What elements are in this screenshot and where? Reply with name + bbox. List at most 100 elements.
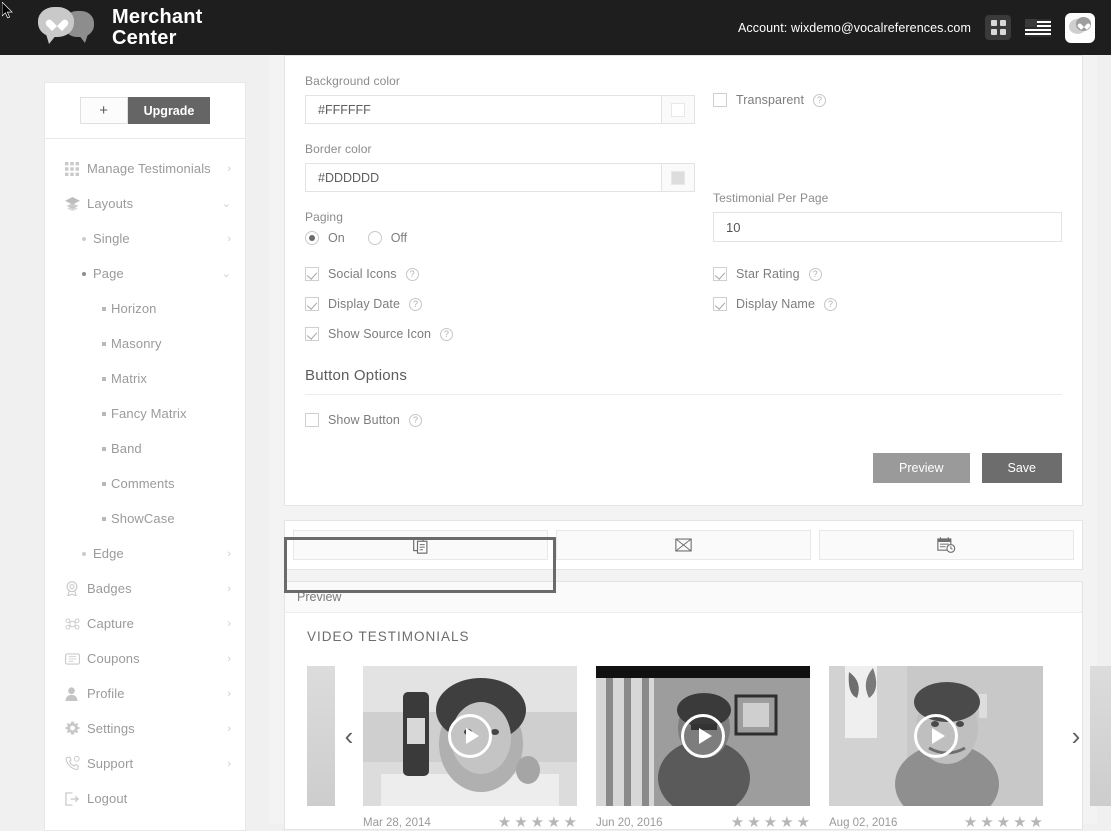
sidebar-item-settings[interactable]: Settings › <box>45 711 245 746</box>
brand-line-2: Center <box>112 26 177 49</box>
upgrade-button[interactable]: Upgrade <box>127 97 211 124</box>
sidebar-item-layouts[interactable]: Layouts ⌄ <box>45 186 245 221</box>
show-source-icon-checkbox[interactable] <box>305 327 319 341</box>
option-display-name: Display Name ? <box>713 297 1062 311</box>
preview-button[interactable]: Preview <box>873 453 970 483</box>
social-icons-label: Social Icons <box>328 267 397 281</box>
transparent-label: Transparent <box>736 93 805 107</box>
sidebar-item-matrix[interactable]: Matrix <box>45 361 245 396</box>
testimonial-per-page-input[interactable] <box>713 212 1062 242</box>
sidebar-item-edge[interactable]: Edge › <box>45 536 245 571</box>
user-icon <box>65 686 87 701</box>
flag-icon[interactable] <box>1025 18 1051 37</box>
chevron-down-icon: ⌄ <box>221 268 231 280</box>
display-name-label: Display Name <box>736 297 816 311</box>
account-label: Account: wixdemo@vocalreferences.com <box>737 20 971 35</box>
video-testimonial-item[interactable]: Mar 28, 2014 ★ ★ ★ ★ ★ <box>363 666 577 831</box>
sidebar-item-horizon[interactable]: Horizon <box>45 291 245 326</box>
app-logo-icon[interactable] <box>1065 12 1095 43</box>
embed-code-tab[interactable] <box>293 530 548 560</box>
sidebar-item-badges[interactable]: Badges › <box>45 571 245 606</box>
help-icon[interactable]: ? <box>405 267 419 281</box>
paging-on-label: On <box>328 231 345 245</box>
video-thumbnail[interactable] <box>363 666 577 806</box>
bullet-icon <box>75 551 93 556</box>
help-icon[interactable]: ? <box>808 267 822 281</box>
email-tab[interactable] <box>556 530 811 560</box>
chevron-right-icon: › <box>227 232 231 245</box>
play-button[interactable] <box>914 714 958 758</box>
share-tabs <box>284 520 1083 570</box>
video-testimonial-item[interactable]: Jun 20, 2016 ★ ★ ★ ★ ★ <box>596 666 810 830</box>
sidebar-item-single[interactable]: Single › <box>45 221 245 256</box>
help-icon[interactable]: ? <box>408 413 422 427</box>
save-button[interactable]: Save <box>981 453 1062 483</box>
paging-off-radio[interactable] <box>367 231 382 245</box>
background-color-field <box>305 95 695 124</box>
display-date-checkbox[interactable] <box>305 297 319 311</box>
show-button-checkbox[interactable] <box>305 413 319 427</box>
background-color-swatch-button[interactable] <box>661 95 695 124</box>
carousel-prev-button[interactable]: ‹ <box>335 666 363 806</box>
show-source-icon-label: Show Source Icon <box>328 327 432 341</box>
sidebar-item-label: Logout <box>87 791 128 806</box>
bullet-icon <box>97 481 111 486</box>
preview-header-label: Preview <box>285 582 1082 613</box>
sidebar-item-profile[interactable]: Profile › <box>45 676 245 711</box>
schedule-tab[interactable] <box>819 530 1074 560</box>
sidebar-item-label: Manage Testimonials <box>87 161 211 176</box>
sidebar-item-page[interactable]: Page ⌄ <box>45 256 245 291</box>
sidebar-item-band[interactable]: Band <box>45 431 245 466</box>
display-name-checkbox[interactable] <box>713 297 727 311</box>
bullet-icon <box>97 306 111 311</box>
brand-logo-block[interactable]: Merchant Center <box>38 6 203 49</box>
help-icon[interactable]: ? <box>824 297 838 311</box>
copy-icon <box>413 537 428 554</box>
help-icon[interactable]: ? <box>440 327 454 341</box>
sidebar-item-coupons[interactable]: Coupons › <box>45 641 245 676</box>
border-color-swatch-button[interactable] <box>661 163 695 192</box>
sidebar-item-label: Single <box>93 231 130 246</box>
transparent-checkbox[interactable] <box>713 93 727 107</box>
upgrade-card: + Upgrade <box>44 82 246 138</box>
sidebar-item-label: Comments <box>111 476 175 491</box>
sidebar-item-label: Matrix <box>111 371 147 386</box>
sidebar-item-showcase[interactable]: ShowCase <box>45 501 245 536</box>
sidebar-item-masonry[interactable]: Masonry <box>45 326 245 361</box>
sidebar-item-capture[interactable]: Capture › <box>45 606 245 641</box>
carousel-next-button[interactable]: › <box>1062 666 1090 806</box>
play-button[interactable] <box>681 714 725 758</box>
grid-icon[interactable] <box>985 15 1011 40</box>
sidebar-item-fancy-matrix[interactable]: Fancy Matrix <box>45 396 245 431</box>
preview-body: VIDEO TESTIMONIALS ‹ Mar 28, 2014 ★ ★ ★ … <box>285 613 1111 831</box>
video-thumbnail[interactable] <box>596 666 810 806</box>
paging-on-radio[interactable] <box>305 231 319 245</box>
sidebar-item-label: Profile <box>87 686 125 701</box>
sidebar-item-logout[interactable]: Logout <box>45 781 245 816</box>
option-show-source-icon: Show Source Icon ? <box>305 327 705 341</box>
video-date: Aug 02, 2016 <box>829 817 898 829</box>
star-rating-checkbox[interactable] <box>713 267 727 281</box>
calendar-clock-icon <box>937 537 956 553</box>
video-testimonial-item[interactable]: Aug 02, 2016 ★ ★ ★ ★ ★ <box>829 666 1043 830</box>
help-icon[interactable]: ? <box>813 93 827 107</box>
video-meta: Aug 02, 2016 ★ ★ ★ ★ ★ <box>829 815 1043 830</box>
preview-card: Preview VIDEO TESTIMONIALS ‹ Mar 28, 201… <box>284 581 1111 831</box>
video-star-rating: ★ ★ ★ ★ ★ <box>497 814 577 831</box>
option-social-icons: Social Icons ? <box>305 267 705 281</box>
help-icon[interactable]: ? <box>409 297 423 311</box>
sidebar-item-support[interactable]: Support › <box>45 746 245 781</box>
add-button[interactable]: + <box>79 97 128 124</box>
sidebar: + Upgrade Manage Testimonials › Layouts ⌄ Si… <box>44 82 246 831</box>
carousel-edge-thumb-right <box>1090 666 1111 806</box>
show-button-label: Show Button <box>328 413 400 427</box>
play-button[interactable] <box>448 714 492 758</box>
sidebar-item-manage-testimonials[interactable]: Manage Testimonials › <box>45 151 245 186</box>
video-thumbnail[interactable] <box>829 666 1043 806</box>
sidebar-nav: Manage Testimonials › Layouts ⌄ Single › Page ⌄… <box>44 138 246 831</box>
top-bar-right: Account: wixdemo@vocalreferences.com <box>737 12 1095 43</box>
social-icons-checkbox[interactable] <box>305 267 319 281</box>
sidebar-item-comments[interactable]: Comments <box>45 466 245 501</box>
border-color-input[interactable] <box>305 163 661 192</box>
background-color-input[interactable] <box>305 95 661 124</box>
